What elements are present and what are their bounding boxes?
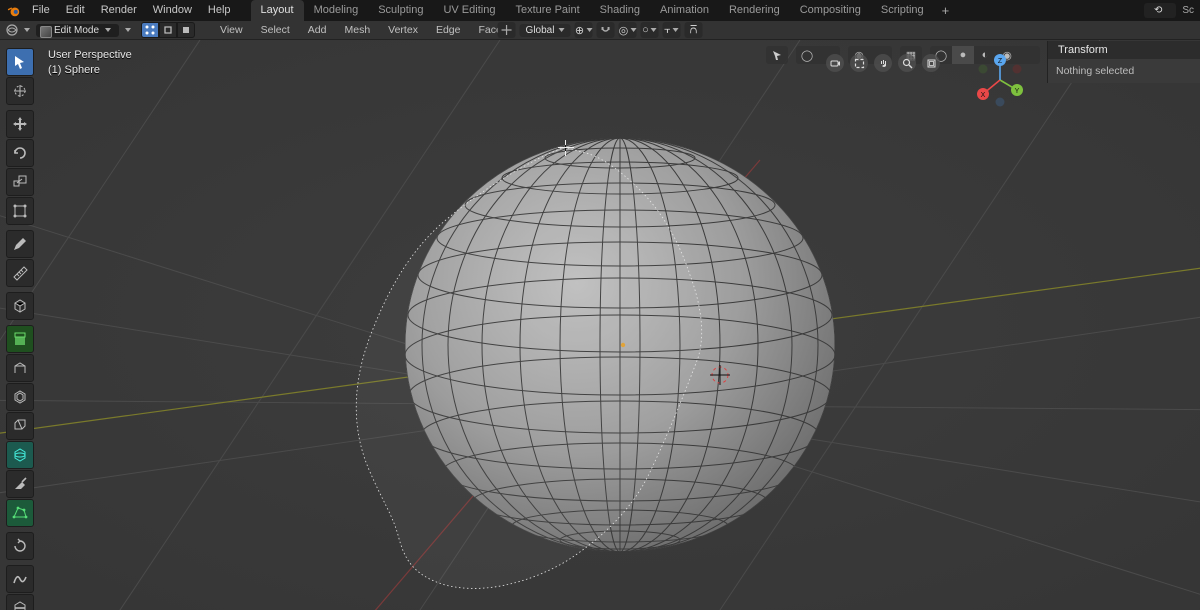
header-menu-add[interactable]: Add	[301, 24, 334, 36]
select-mode-face[interactable]	[177, 22, 195, 38]
pivot-point-select[interactable]: ⊕	[574, 22, 592, 38]
proportional-editing-toggle[interactable]: ○	[640, 22, 658, 38]
header-menu-edge[interactable]: Edge	[429, 24, 468, 36]
history-icon: ⟲	[1154, 5, 1162, 16]
workspace-tab-rendering[interactable]: Rendering	[719, 0, 790, 21]
chevron-down-icon	[125, 28, 131, 32]
tool-extrude-manifold[interactable]	[6, 354, 34, 382]
menu-file[interactable]: File	[24, 0, 58, 21]
frame-selected-icon[interactable]	[850, 54, 868, 72]
workspace-tab-shading[interactable]: Shading	[590, 0, 650, 21]
header-menu-view[interactable]: View	[213, 24, 250, 36]
workspace-tab-texture-paint[interactable]: Texture Paint	[505, 0, 589, 21]
tool-transform[interactable]	[6, 197, 34, 225]
workspace-tab-sculpting[interactable]: Sculpting	[368, 0, 433, 21]
editor-header: Edit Mode View Select Add Mesh Vertex Ed…	[0, 21, 1200, 40]
scene-label: Sc	[1182, 5, 1194, 16]
select-mode-edge[interactable]	[159, 22, 177, 38]
properties-panel-title: Transform	[1058, 44, 1108, 56]
tool-add-cube[interactable]	[6, 292, 34, 320]
menu-help[interactable]: Help	[200, 0, 239, 21]
workspace-tab-compositing[interactable]: Compositing	[790, 0, 871, 21]
tool-smooth[interactable]	[6, 565, 34, 593]
gizmo-z-label: Z	[998, 58, 1003, 65]
zoom-camera-icon[interactable]	[826, 54, 844, 72]
axis-navigation-gizmo[interactable]: Z Y X	[972, 52, 1028, 108]
workspace-tab-uv-editing[interactable]: UV Editing	[433, 0, 505, 21]
properties-panel-header[interactable]: Transform	[1048, 41, 1200, 59]
scene-layer-selector-group: ⟲ Sc	[1144, 3, 1200, 18]
blender-icon	[4, 1, 24, 21]
tool-spin[interactable]	[6, 532, 34, 560]
select-mode-vertex[interactable]	[141, 22, 159, 38]
viewport-info-line2: (1) Sphere	[48, 63, 132, 78]
tool-select-box[interactable]	[6, 48, 34, 76]
selectability-toggle[interactable]	[766, 46, 788, 64]
editor-type-selector[interactable]	[4, 22, 20, 38]
tool-measure[interactable]	[6, 259, 34, 287]
tool-move[interactable]	[6, 110, 34, 138]
zoom-magnifier-icon[interactable]	[898, 54, 916, 72]
chevron-down-icon	[24, 28, 30, 32]
tool-poly-build[interactable]	[6, 499, 34, 527]
pan-hand-icon[interactable]	[874, 54, 892, 72]
snap-toggle[interactable]	[596, 22, 614, 38]
version-dropdown[interactable]: ⟲	[1144, 3, 1176, 18]
show-gizmos-toggle[interactable]: ◯	[796, 46, 818, 64]
tool-knife[interactable]	[6, 470, 34, 498]
app-top-menu: File Edit Render Window Help Layout Mode…	[0, 0, 1200, 21]
mode-label: Edit Mode	[54, 25, 99, 36]
tool-edge-slide[interactable]	[6, 594, 34, 610]
menu-window[interactable]: Window	[145, 0, 200, 21]
header-menu-vertex[interactable]: Vertex	[381, 24, 425, 36]
tool-scale[interactable]	[6, 168, 34, 196]
gizmo-y-label: Y	[1015, 88, 1020, 95]
menu-edit[interactable]: Edit	[58, 0, 93, 21]
snap-element-select[interactable]: ◎	[618, 22, 636, 38]
header-menu-select[interactable]: Select	[254, 24, 297, 36]
tool-rotate[interactable]	[6, 139, 34, 167]
viewport-info-label: User Perspective (1) Sphere	[48, 48, 132, 78]
shading-solid[interactable]: ●	[952, 46, 974, 64]
header-menu-mesh[interactable]: Mesh	[337, 24, 377, 36]
toggle-orthographic-icon[interactable]	[922, 54, 940, 72]
transform-orientation-select[interactable]: Global	[520, 24, 571, 37]
workspace-add-button[interactable]: +	[934, 3, 958, 18]
menu-render[interactable]: Render	[93, 0, 145, 21]
3d-viewport[interactable]	[0, 40, 1200, 610]
left-toolbar	[6, 48, 34, 610]
workspace-tab-animation[interactable]: Animation	[650, 0, 719, 21]
tool-cursor[interactable]	[6, 77, 34, 105]
auto-merge-toggle[interactable]: ⩃	[684, 22, 702, 38]
workspace-tab-scripting[interactable]: Scripting	[871, 0, 934, 21]
proportional-editing-dropdown[interactable]: ⫟	[662, 22, 680, 38]
tool-inset-faces[interactable]	[6, 383, 34, 411]
properties-panel-body: Nothing selected	[1048, 59, 1200, 83]
workspace-tab-modeling[interactable]: Modeling	[304, 0, 369, 21]
mode-selector[interactable]: Edit Mode	[36, 24, 119, 37]
viewport-canvas	[0, 40, 1200, 610]
transform-orientation-icon[interactable]	[498, 22, 516, 38]
workspace-tab-layout[interactable]: Layout	[251, 0, 304, 21]
tool-loop-cut[interactable]	[6, 441, 34, 469]
orientation-label: Global	[526, 25, 555, 36]
tool-extrude-region[interactable]	[6, 325, 34, 353]
n-panel-transform: Transform Nothing selected	[1047, 41, 1200, 83]
viewport-info-line1: User Perspective	[48, 48, 132, 63]
tool-annotate[interactable]	[6, 230, 34, 258]
tool-bevel[interactable]	[6, 412, 34, 440]
viewport-nav-icons-group	[826, 54, 940, 72]
gizmo-x-label: X	[981, 92, 986, 99]
